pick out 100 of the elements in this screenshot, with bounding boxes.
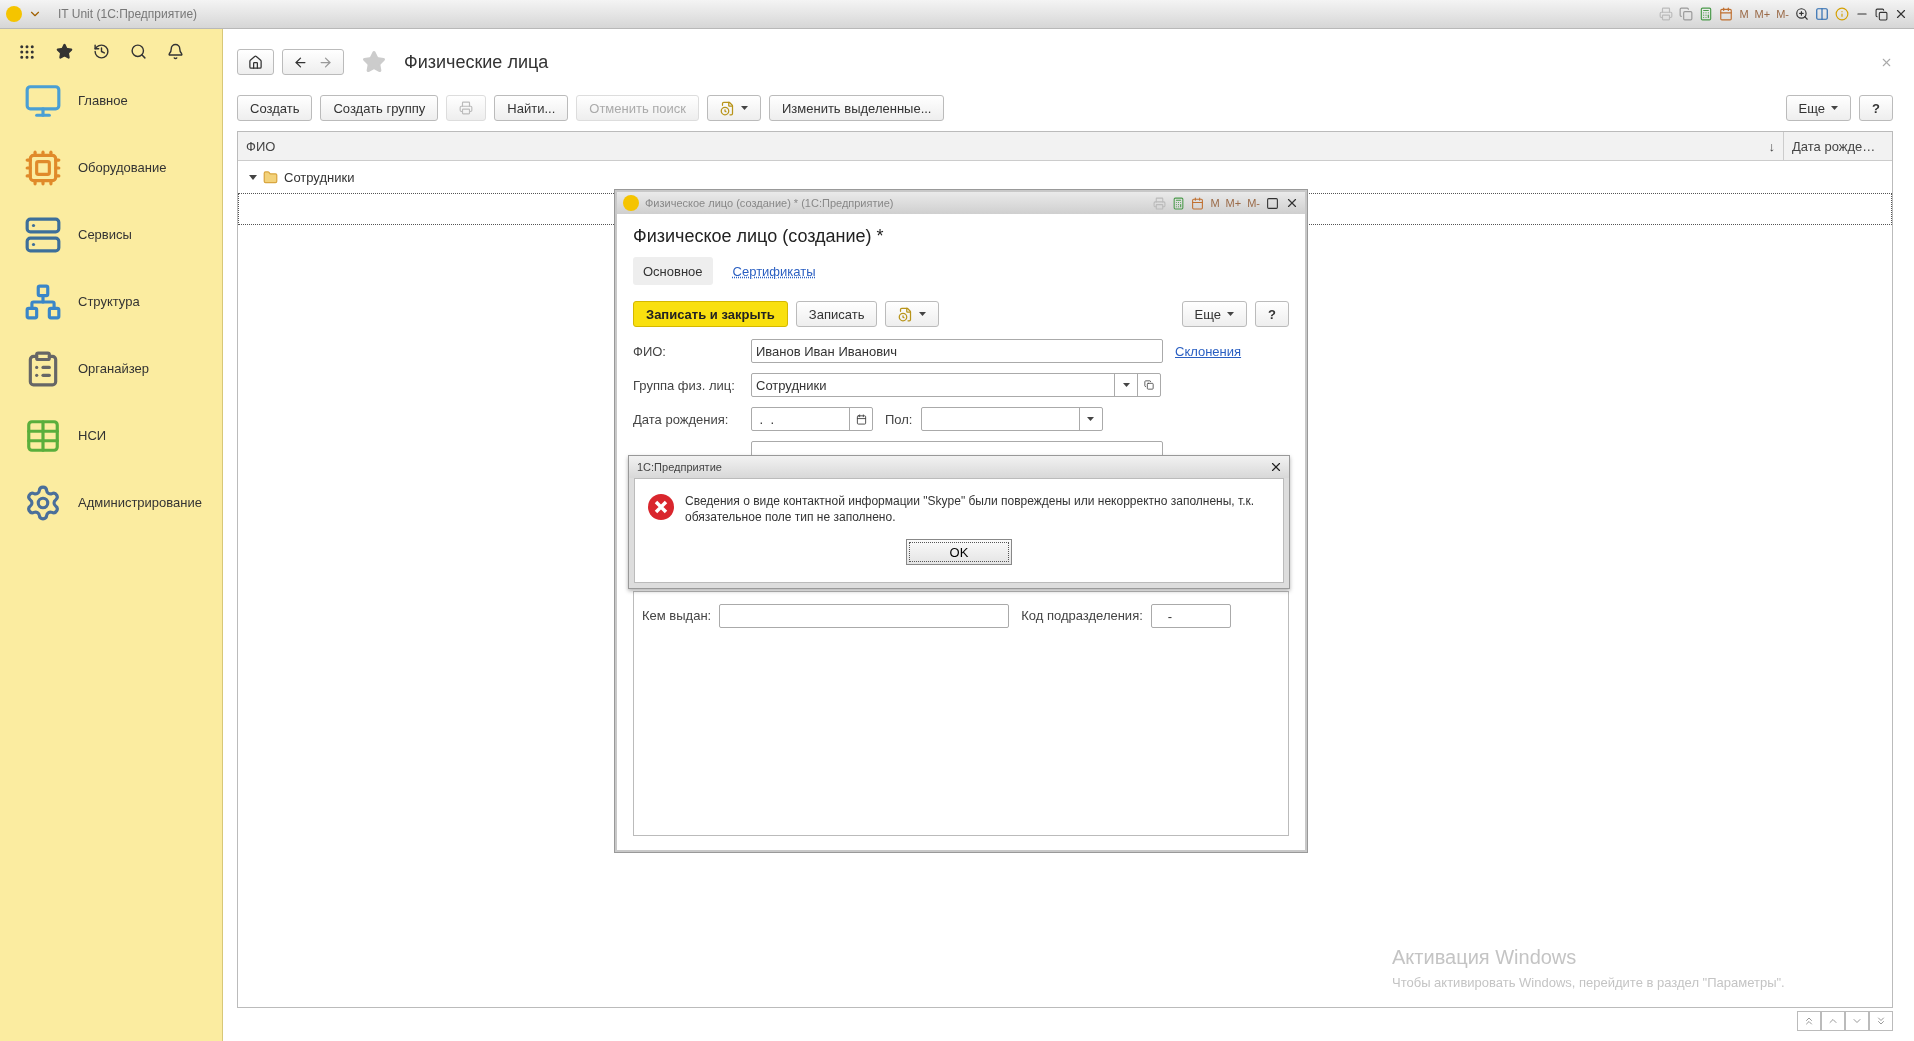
activation-text: Чтобы активировать Windows, перейдите в раздел "Параметры". [1392,975,1785,990]
next-button[interactable] [1845,1011,1869,1031]
help-button[interactable]: ? [1255,301,1289,327]
column-header[interactable]: Дата рожде… [1792,138,1876,154]
server-icon [24,215,62,254]
sidebar-item[interactable]: Органайзер [0,335,222,402]
field-label: ФИО: [633,343,667,359]
input-field[interactable]: - [1150,604,1231,628]
restore-icon[interactable] [1875,7,1888,21]
ok-button[interactable]: OK [906,539,1012,565]
home-icon [248,54,263,70]
logo-icon [623,195,639,211]
caret-icon [741,106,748,110]
more-button[interactable]: Еще [1785,95,1852,121]
toolbar-button[interactable]: Найти... [494,95,569,121]
sort-indicator[interactable]: ↓ [1768,138,1775,154]
sidebar-item[interactable]: Главное [0,67,222,134]
field-label: Дата рождения: [633,411,730,427]
calendar-icon[interactable] [1719,7,1734,21]
sidebar-item[interactable]: Структура [0,268,222,335]
caret-icon [1087,417,1094,421]
field-label: Кем выдан: [642,607,712,625]
close-icon[interactable] [1269,460,1283,474]
select-field[interactable] [920,407,1103,431]
sidebar-item[interactable]: НСИ [0,402,222,469]
error-icon [647,493,675,521]
calculator-icon[interactable] [1699,7,1714,21]
bell-icon[interactable] [167,43,184,60]
window-title: IT Unit (1С:Предприятие) [58,7,198,21]
maximize-icon[interactable] [1266,196,1279,210]
sidebar-item[interactable]: Администрирование [0,469,222,536]
forward-icon[interactable] [318,54,333,70]
caret-icon [1227,312,1235,316]
sidebar-item[interactable]: Сервисы [0,201,222,268]
zoom-icon[interactable] [1795,7,1809,21]
sidebar-item[interactable]: Оборудование [0,134,222,201]
help-button[interactable]: ? [1859,95,1893,121]
info-icon[interactable] [1835,7,1849,21]
last-page-button[interactable] [1869,1011,1893,1031]
field-label: Пол: [885,411,913,427]
activation-title: Активация Windows [1392,946,1578,969]
select-field[interactable]: Сотрудники [751,373,1161,397]
previous-button[interactable] [1821,1011,1845,1031]
input-field[interactable]: Иванов Иван Иванович [751,339,1163,363]
table-row[interactable]: Сотрудники [238,161,1892,193]
calendar-icon [855,413,867,425]
folder-icon [263,169,278,185]
apps-icon[interactable] [18,43,36,61]
caret-icon [1122,383,1130,387]
star-icon[interactable] [56,43,73,60]
toolbar-button[interactable]: Создать группу [320,95,439,121]
toolbar-button[interactable]: Создать [237,95,313,121]
printer-icon[interactable] [1659,7,1674,21]
gear-icon [24,483,62,522]
caret-icon [919,312,927,316]
tab[interactable]: Сертификаты [722,257,826,285]
document-icon [898,306,914,322]
toolbar-button[interactable]: Изменить выделенные... [769,95,945,121]
declension-link[interactable]: Склонения [1175,343,1242,359]
column-header[interactable]: ФИО [246,138,276,154]
document-menu-button[interactable] [885,301,940,327]
search-icon[interactable] [130,43,147,60]
memory-button[interactable]: M+ [1754,8,1771,20]
home-button[interactable] [237,49,274,75]
save-close-button[interactable]: Записать и закрыть [633,301,788,327]
memory-button[interactable]: M [1210,197,1220,209]
panel-icon[interactable] [1815,7,1829,21]
group-name: Сотрудники [284,169,355,185]
history-icon[interactable] [93,43,110,60]
page-title: Физические лица [404,51,549,73]
calculator-icon[interactable] [1172,196,1186,210]
close-icon[interactable] [1285,196,1299,210]
chip-icon [24,148,62,187]
field-label: Группа физ. лиц: [633,377,736,393]
form-title: Физическое лицо (создание) * [633,226,885,247]
first-page-button[interactable] [1797,1011,1821,1031]
memory-button[interactable]: M [1739,8,1749,20]
first-icon [1803,1015,1815,1027]
structure-icon [24,282,62,321]
dialog-title: Физическое лицо (создание) * (1С:Предприятие) [645,197,894,209]
memory-button[interactable]: M- [1776,8,1789,20]
field-label: Код подразделения: [1021,607,1143,625]
printer-icon[interactable] [1153,196,1167,210]
date-field[interactable]: . . [751,407,873,431]
copy-icon[interactable] [1679,7,1694,21]
memory-button[interactable]: M- [1247,197,1260,209]
favorite-icon[interactable] [362,50,386,74]
open-icon [1144,380,1154,390]
calendar-icon[interactable] [1191,196,1205,210]
expand-icon[interactable] [249,173,257,181]
caret-icon [1831,106,1839,110]
tab[interactable]: Основное [633,257,713,285]
document-icon [720,100,735,116]
save-button[interactable]: Записать [795,301,878,327]
printer-icon [459,101,474,115]
back-icon[interactable] [293,54,308,70]
more-button[interactable]: Еще [1181,301,1248,327]
close-icon[interactable] [1894,7,1908,21]
input-field[interactable] [719,604,1010,628]
document-menu-button[interactable] [707,95,761,121]
